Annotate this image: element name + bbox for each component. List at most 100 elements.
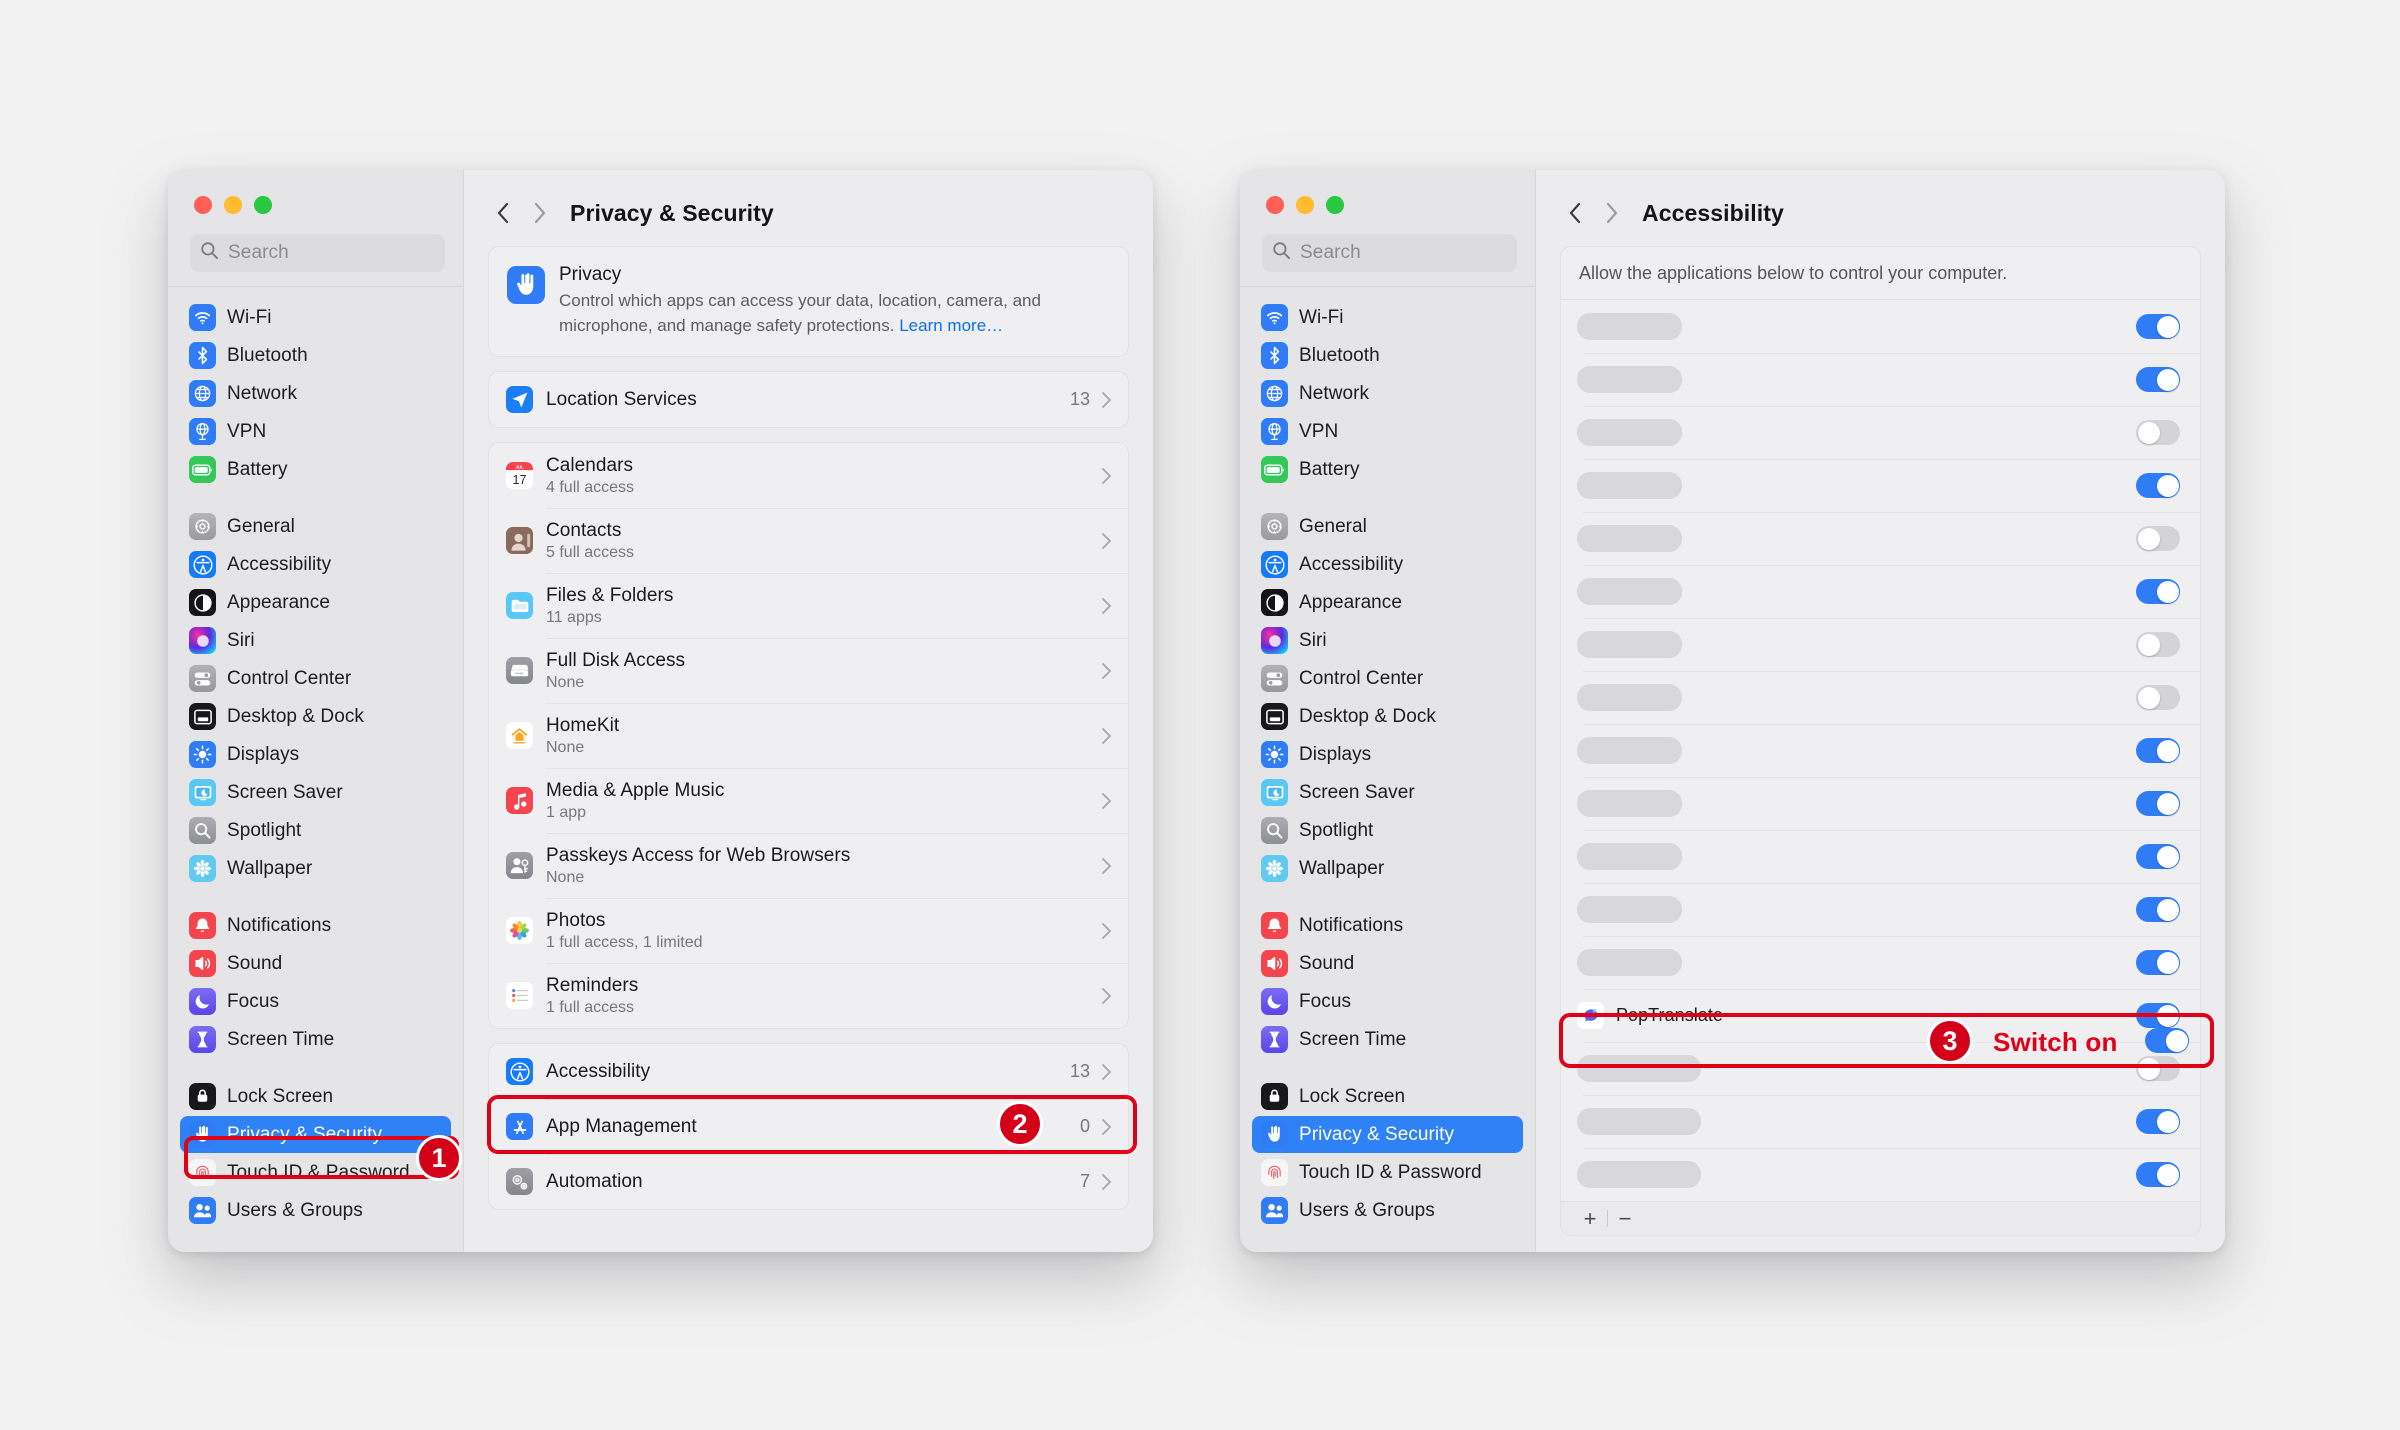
search-input[interactable]: Search [1262,234,1517,272]
minimize-button[interactable] [224,196,242,214]
row-contacts[interactable]: Contacts 5 full access [489,508,1128,573]
sidebar-item-focus[interactable]: Focus [1252,983,1523,1020]
sidebar-item-desktop-dock[interactable]: Desktop & Dock [180,698,451,735]
sidebar-item-bluetooth[interactable]: Bluetooth [180,337,451,374]
app-row[interactable] [1561,1095,2200,1148]
sidebar-item-privacy-security[interactable]: Privacy & Security [1252,1116,1523,1153]
row-files-folders[interactable]: Files & Folders 11 apps [489,573,1128,638]
app-permission-toggle[interactable] [2136,844,2180,869]
sidebar-item-wallpaper[interactable]: Wallpaper [180,850,451,887]
sidebar-item-siri[interactable]: Siri [180,622,451,659]
sidebar-item-spotlight[interactable]: Spotlight [1252,812,1523,849]
sidebar-item-battery[interactable]: Battery [180,451,451,488]
learn-more-link[interactable]: Learn more… [899,316,1003,335]
sidebar-item-bluetooth[interactable]: Bluetooth [1252,337,1523,374]
sidebar-item-lock-screen[interactable]: Lock Screen [180,1078,451,1115]
row-homekit[interactable]: HomeKit None [489,703,1128,768]
add-app-button[interactable]: + [1573,1206,1607,1232]
zoom-button[interactable] [1326,196,1344,214]
sidebar-item-desktop-dock[interactable]: Desktop & Dock [1252,698,1523,735]
sidebar-item-sound[interactable]: Sound [1252,945,1523,982]
sidebar-item-notifications[interactable]: Notifications [1252,907,1523,944]
sidebar-item-touch-id-password[interactable]: Touch ID & Password [180,1154,451,1191]
sidebar-item-touch-id-password[interactable]: Touch ID & Password [1252,1154,1523,1191]
row-photos[interactable]: Photos 1 full access, 1 limited [489,898,1128,963]
sidebar-item-appearance[interactable]: Appearance [180,584,451,621]
sidebar-item-accessibility[interactable]: Accessibility [1252,546,1523,583]
sidebar-item-vpn[interactable]: VPN [1252,413,1523,450]
row-reminders[interactable]: Reminders 1 full access [489,963,1128,1028]
accessibility-scroll-area[interactable]: Allow the applications below to control … [1536,246,2225,1252]
back-button[interactable] [1560,196,1590,230]
app-row[interactable] [1561,883,2200,936]
app-permission-toggle[interactable] [2136,791,2180,816]
close-button[interactable] [194,196,212,214]
sidebar-item-control-center[interactable]: Control Center [180,660,451,697]
app-row[interactable] [1561,300,2200,353]
app-permission-toggle[interactable] [2136,1056,2180,1081]
app-permission-toggle[interactable] [2136,950,2180,975]
zoom-button[interactable] [254,196,272,214]
sidebar-item-spotlight[interactable]: Spotlight [180,812,451,849]
close-button[interactable] [1266,196,1284,214]
sidebar-item-users-groups[interactable]: Users & Groups [1252,1192,1523,1229]
remove-app-button[interactable]: − [1608,1206,1642,1232]
row-calendars[interactable]: JUL 17 Calendars 4 full access [489,443,1128,508]
app-permission-toggle[interactable] [2136,685,2180,710]
app-permission-toggle[interactable] [2136,632,2180,657]
row-full-disk-access[interactable]: Full Disk Access None [489,638,1128,703]
app-permission-toggle[interactable] [2136,526,2180,551]
forward-button[interactable] [1596,196,1626,230]
app-permission-toggle[interactable] [2136,1162,2180,1187]
app-row[interactable] [1561,406,2200,459]
row-location-services[interactable]: Location Services 13 [489,372,1128,427]
sidebar-item-control-center[interactable]: Control Center [1252,660,1523,697]
sidebar-item-displays[interactable]: Displays [1252,736,1523,773]
sidebar-item-general[interactable]: General [1252,508,1523,545]
sidebar-item-wi-fi[interactable]: Wi-Fi [1252,299,1523,336]
app-permission-toggle[interactable] [2136,314,2180,339]
app-row[interactable] [1561,459,2200,512]
forward-button[interactable] [524,196,554,230]
app-row[interactable] [1561,830,2200,883]
row-media-apple-music[interactable]: Media & Apple Music 1 app [489,768,1128,833]
sidebar-item-wi-fi[interactable]: Wi-Fi [180,299,451,336]
sidebar-item-users-groups[interactable]: Users & Groups [180,1192,451,1229]
sidebar-item-screen-time[interactable]: Screen Time [180,1021,451,1058]
app-permission-toggle[interactable] [2136,897,2180,922]
sidebar-item-appearance[interactable]: Appearance [1252,584,1523,621]
app-permission-toggle[interactable] [2136,367,2180,392]
sidebar-item-privacy-security[interactable]: Privacy & Security [180,1116,451,1153]
app-permission-toggle[interactable] [2136,579,2180,604]
sidebar-item-vpn[interactable]: VPN [180,413,451,450]
app-permission-toggle[interactable] [2136,738,2180,763]
app-row[interactable] [1561,565,2200,618]
app-row[interactable] [1561,512,2200,565]
app-permission-toggle[interactable] [2136,1003,2180,1028]
sidebar-item-lock-screen[interactable]: Lock Screen [1252,1078,1523,1115]
sidebar-item-wallpaper[interactable]: Wallpaper [1252,850,1523,887]
search-input[interactable]: Search [190,234,445,272]
sidebar-item-accessibility[interactable]: Accessibility [180,546,451,583]
row-automation[interactable]: Automation 7 [489,1154,1128,1209]
sidebar-item-focus[interactable]: Focus [180,983,451,1020]
sidebar-item-notifications[interactable]: Notifications [180,907,451,944]
sidebar-item-siri[interactable]: Siri [1252,622,1523,659]
sidebar-item-battery[interactable]: Battery [1252,451,1523,488]
minimize-button[interactable] [1296,196,1314,214]
app-row[interactable] [1561,1148,2200,1201]
sidebar-item-sound[interactable]: Sound [180,945,451,982]
sidebar-item-screen-saver[interactable]: Screen Saver [1252,774,1523,811]
sidebar-item-displays[interactable]: Displays [180,736,451,773]
app-row[interactable] [1561,353,2200,406]
app-row[interactable] [1561,777,2200,830]
app-permission-toggle[interactable] [2136,420,2180,445]
sidebar-item-network[interactable]: Network [180,375,451,412]
app-row[interactable] [1561,724,2200,777]
sidebar-item-network[interactable]: Network [1252,375,1523,412]
row-accessibility[interactable]: Accessibility 13 [489,1044,1128,1099]
settings-scroll-area-left[interactable]: Privacy Control which apps can access yo… [464,246,1153,1252]
app-row[interactable] [1561,936,2200,989]
back-button[interactable] [488,196,518,230]
app-row[interactable] [1561,671,2200,724]
